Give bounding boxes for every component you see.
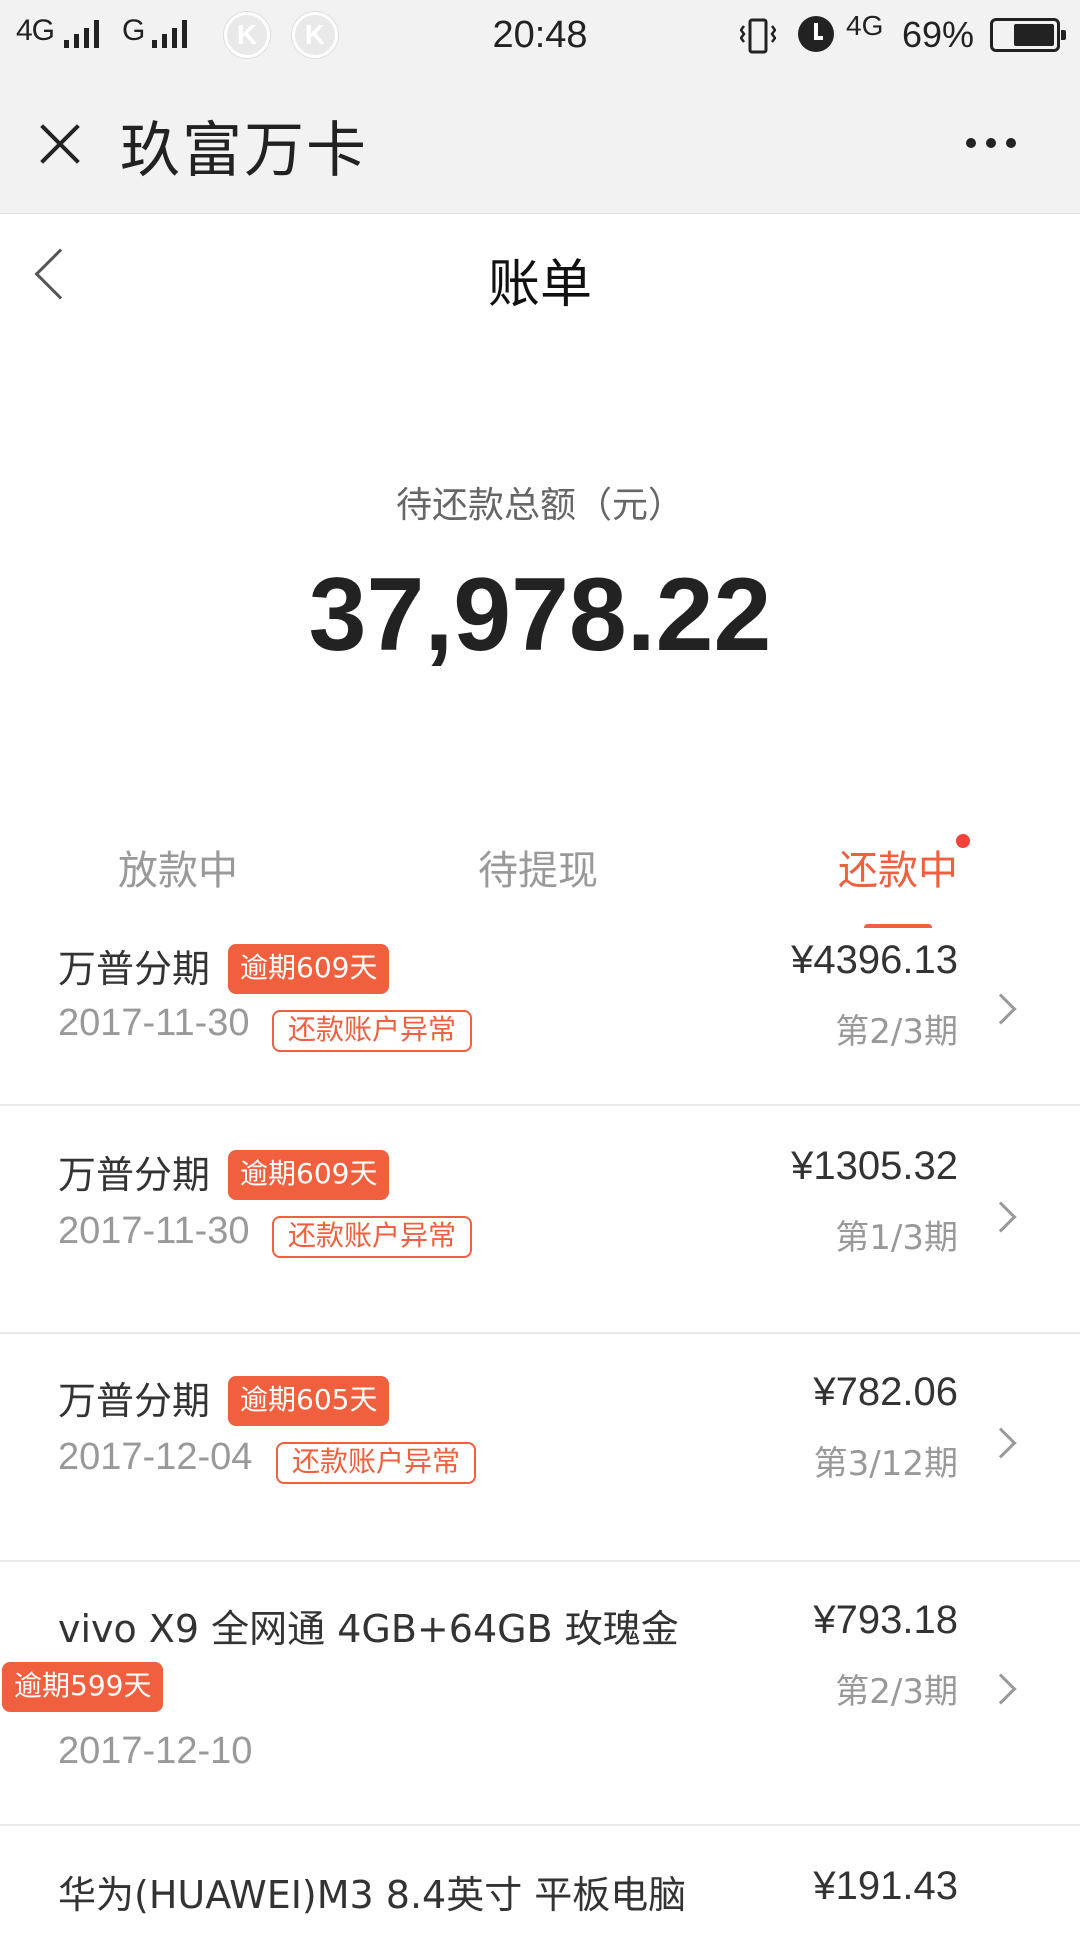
bill-date: 2017-11-30 [58,1210,250,1252]
page-title: 账单 [487,255,592,315]
account-error-badge: 还款账户异常 [272,1216,473,1258]
total-due-amount: 37,978.22 [308,557,772,673]
bill-row[interactable]: 万普分期 逾期605天 2017-12-04 还款账户异常 ¥782.06 第3… [0,1334,1080,1562]
overdue-badge: 逾期605天 [228,1376,390,1426]
status-bar: 4G G K K 20:48 4G 69% [0,0,1080,72]
total-due-label: 待还款总额（元） [395,485,684,526]
bill-title: 万普分期 [58,947,211,991]
alarm-icon [798,16,834,52]
overdue-badge: 逾期599天 [2,1662,164,1712]
chevron-right-icon [985,1673,1017,1705]
bill-title: 万普分期 [58,1379,211,1423]
bill-amount: ¥793.18 [813,1598,958,1642]
more-options-icon[interactable] [966,138,1020,150]
bill-amount: ¥191.43 [813,1864,958,1908]
account-error-badge: 还款账户异常 [276,1442,477,1484]
bill-period: 第1/3期 [835,1218,958,1258]
bill-period: 第2/3期 [835,1672,958,1712]
bill-title: 万普分期 [58,1153,211,1197]
bill-row[interactable]: 华为(HUAWEI)M3 8.4英寸 平板电脑 ¥191.43 [0,1826,1080,1946]
overdue-badge: 逾期609天 [228,1150,390,1200]
app-title: 玖富万卡 [120,116,368,186]
bill-date: 2017-11-30 [58,1002,250,1044]
bill-date: 2017-12-04 [58,1436,253,1478]
close-icon[interactable] [38,122,82,166]
app-header: 玖富万卡 [0,72,1080,214]
bill-list: 万普分期 逾期609天 2017-11-30 还款账户异常 ¥4396.13 第… [0,928,1080,1946]
bill-row[interactable]: 万普分期 逾期609天 2017-11-30 还款账户异常 ¥4396.13 第… [0,928,1080,1106]
bill-date: 2017-12-10 [58,1730,253,1772]
chevron-right-icon [985,1201,1017,1233]
bill-row[interactable]: 万普分期 逾期609天 2017-11-30 还款账户异常 ¥1305.32 第… [0,1106,1080,1334]
bill-amount: ¥4396.13 [791,938,958,982]
chevron-right-icon [985,993,1017,1025]
vibrate-icon [740,18,776,54]
battery-percent: 69% [902,14,975,55]
battery-fill [1014,24,1054,46]
tab-pending-withdrawal[interactable]: 待提现 [478,838,598,896]
battery-icon [990,18,1066,52]
chevron-right-icon [985,1427,1017,1459]
bill-row[interactable]: vivo X9 全网通 4GB+64GB 玫瑰金 逾期599天 2017-12-… [0,1562,1080,1826]
bill-title: 华为(HUAWEI)M3 8.4英寸 平板电脑 [58,1873,687,1917]
bill-amount: ¥782.06 [813,1370,958,1414]
page-nav-bar: 账单 [0,214,1080,344]
bill-tabs: 放款中 待提现 还款中 [0,820,1080,931]
bill-period: 第3/12期 [813,1444,958,1484]
notification-dot [956,834,970,848]
bill-period: 第2/3期 [835,1012,958,1052]
bill-amount: ¥1305.32 [791,1144,958,1188]
tab-repaying-label: 还款中 [838,848,958,894]
overdue-badge: 逾期609天 [228,944,390,994]
account-error-badge: 还款账户异常 [272,1010,473,1052]
bill-title: vivo X9 全网通 4GB+64GB 玫瑰金 [58,1607,679,1651]
tab-repaying[interactable]: 还款中 [838,834,970,896]
data-type: 4G [846,10,884,41]
tab-disbursing[interactable]: 放款中 [118,838,238,896]
